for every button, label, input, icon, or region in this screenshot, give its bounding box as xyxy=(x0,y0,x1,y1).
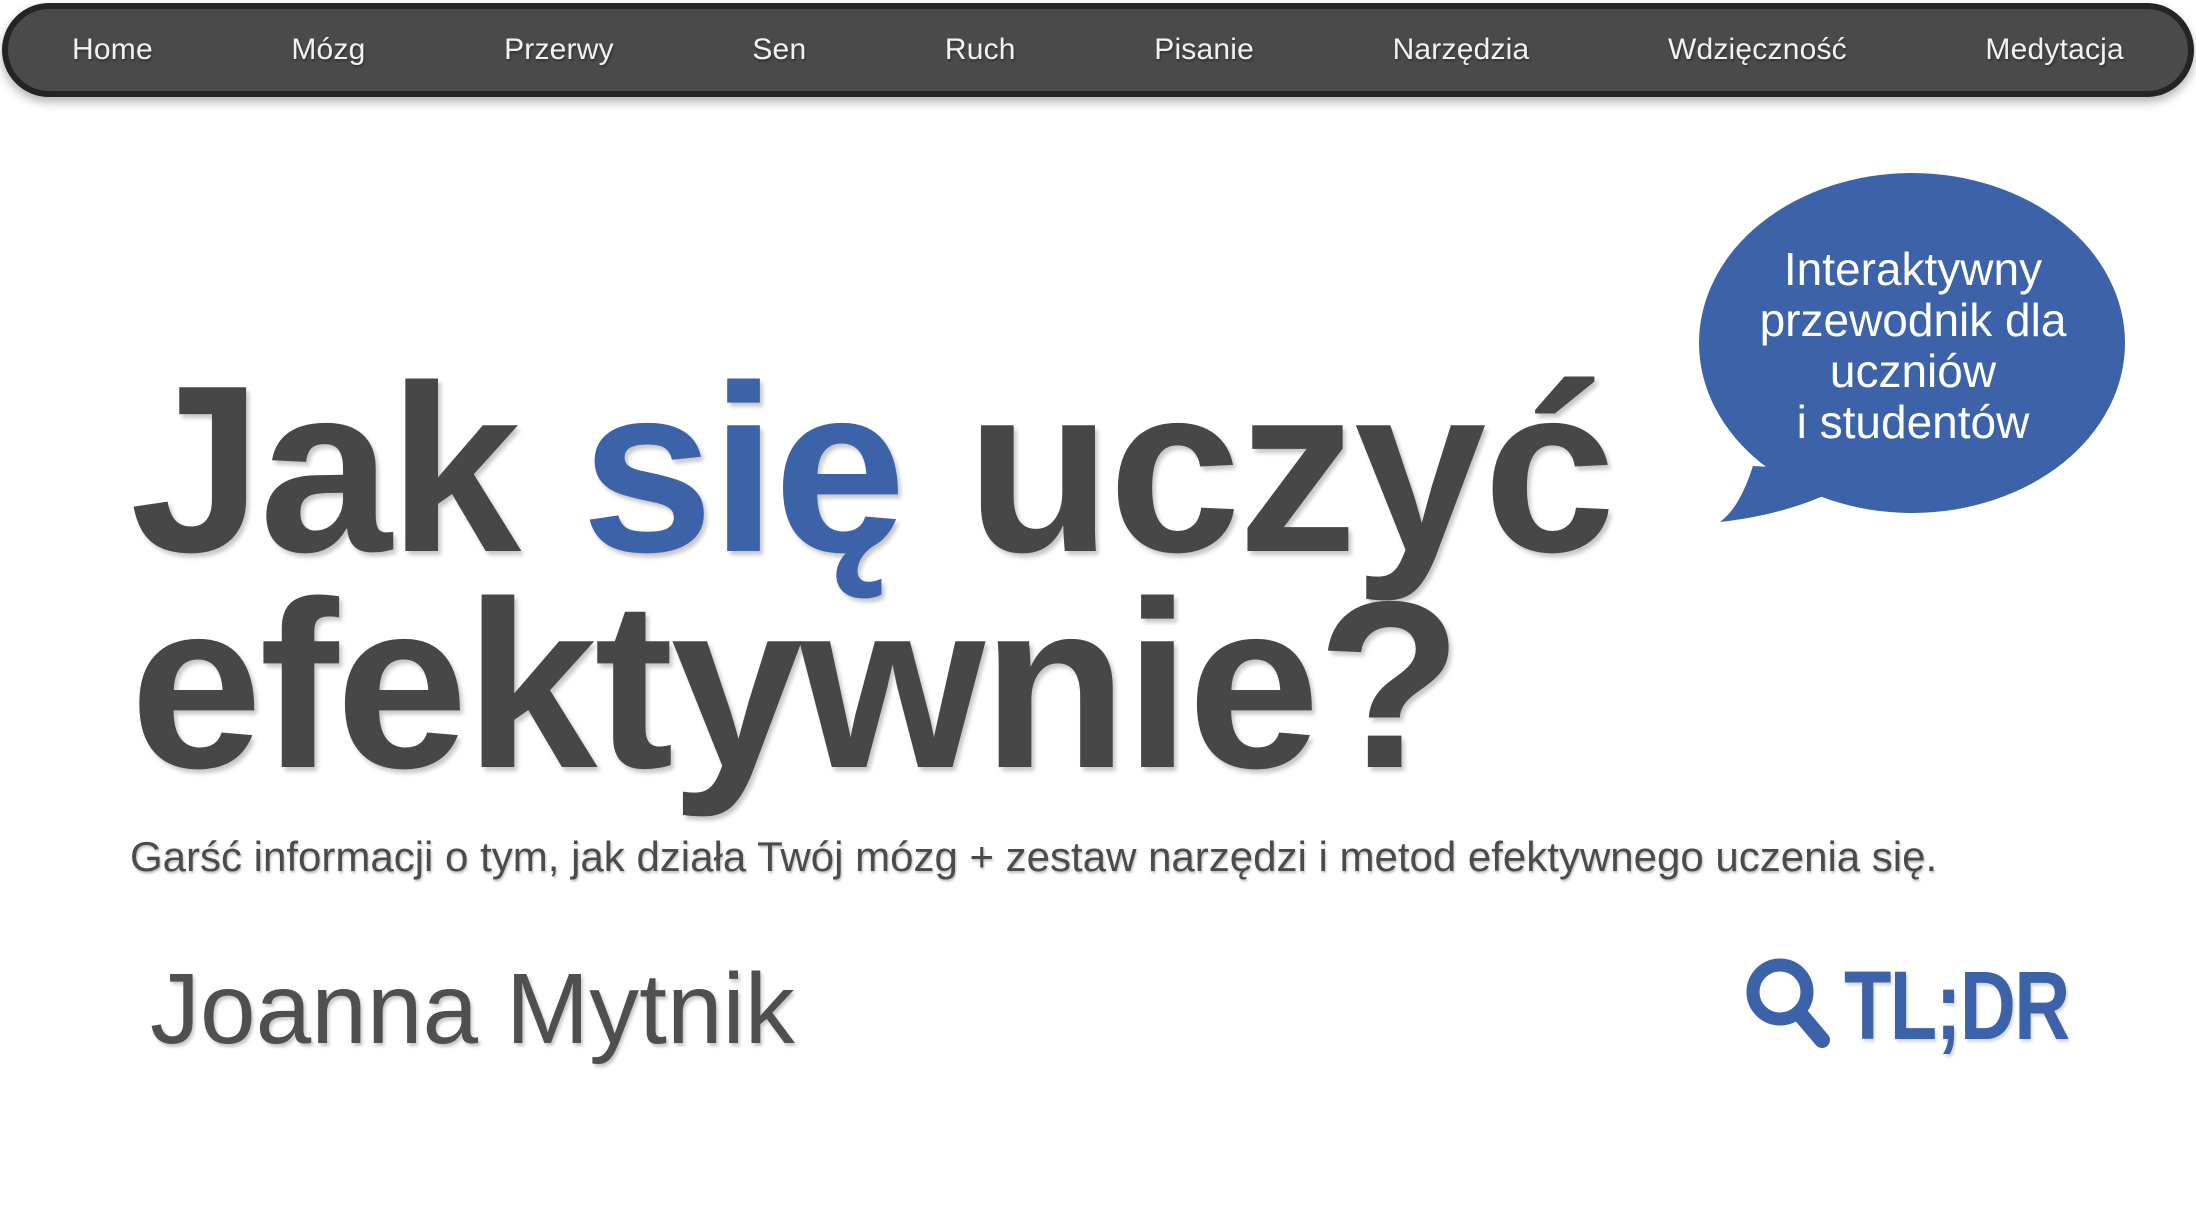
nav-item-wdziecznosc[interactable]: Wdzięczność xyxy=(1668,33,1847,67)
tldr-label[interactable]: TL;DR xyxy=(1844,950,2069,1062)
title-line2: efektywnie? xyxy=(130,553,1459,818)
bubble-line: i studentów xyxy=(1797,397,2030,448)
bubble-line: przewodnik dla xyxy=(1760,295,2067,346)
speech-bubble-text: Interaktywny przewodnik dla uczniów i st… xyxy=(1698,166,2128,526)
bubble-line: Interaktywny xyxy=(1784,244,2042,295)
nav-item-przerwy[interactable]: Przerwy xyxy=(504,33,614,67)
speech-bubble-badge: Interaktywny przewodnik dla uczniów i st… xyxy=(1698,166,2128,526)
bubble-line: uczniów xyxy=(1830,346,1996,397)
nav-item-home[interactable]: Home xyxy=(72,33,153,67)
nav-item-mozg[interactable]: Mózg xyxy=(291,33,365,67)
nav-item-medytacja[interactable]: Medytacja xyxy=(1985,33,2124,67)
page-subtitle: Garść informacji o tym, jak działa Twój … xyxy=(130,832,1937,882)
nav-item-narzedzia[interactable]: Narzędzia xyxy=(1393,33,1530,67)
nav-item-ruch[interactable]: Ruch xyxy=(945,33,1016,67)
main-navbar: Home Mózg Przerwy Sen Ruch Pisanie Narzę… xyxy=(2,3,2194,97)
tldr-link[interactable]: TL;DR xyxy=(1740,948,2125,1063)
page-title: Jak się uczyćefektywnie? xyxy=(130,362,1613,794)
nav-item-sen[interactable]: Sen xyxy=(752,33,806,67)
page: Home Mózg Przerwy Sen Ruch Pisanie Narzę… xyxy=(0,0,2196,1228)
author-name: Joanna Mytnik xyxy=(150,952,795,1067)
magnifier-icon[interactable] xyxy=(1740,954,1836,1058)
nav-item-pisanie[interactable]: Pisanie xyxy=(1154,33,1254,67)
